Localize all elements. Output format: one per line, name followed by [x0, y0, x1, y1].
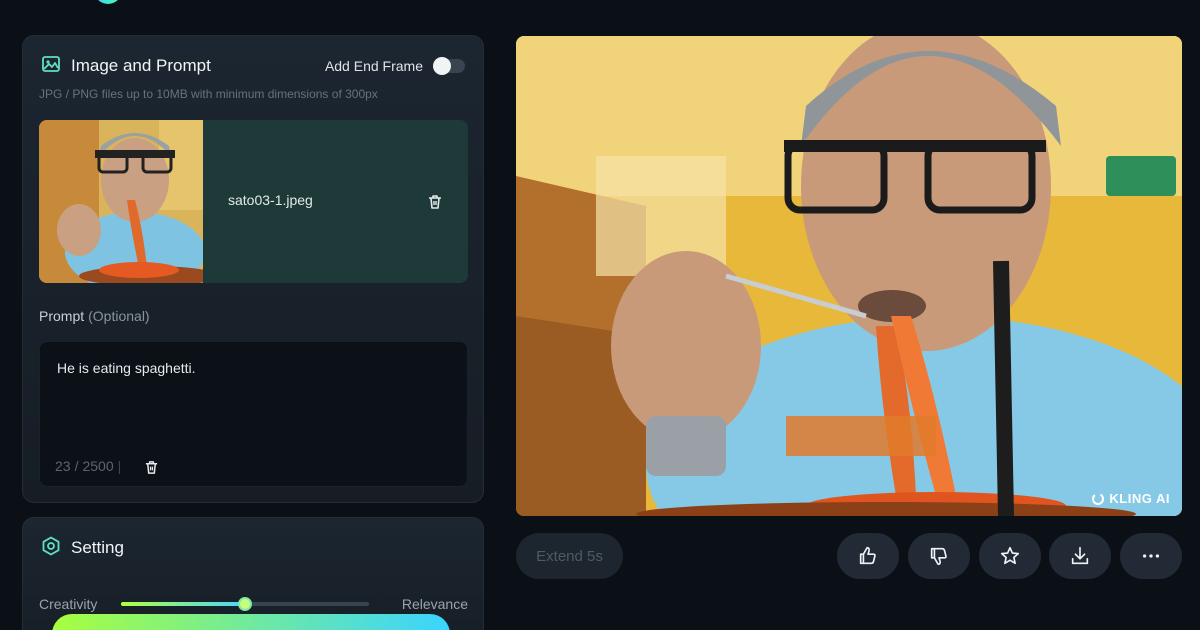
counter-separator: / [74, 458, 79, 474]
counter-max: 2500 [82, 458, 114, 474]
uploaded-image-thumbnail [39, 120, 203, 283]
slider-handle[interactable] [238, 597, 253, 611]
slider-right-label: Relevance [401, 596, 468, 612]
creativity-relevance-slider: Creativity Relevance [39, 594, 468, 614]
end-frame-toggle[interactable] [433, 57, 465, 75]
more-options-button[interactable] [1120, 533, 1182, 579]
toggle-knob [433, 57, 451, 75]
dislike-button[interactable] [908, 533, 970, 579]
setting-header: Setting [41, 536, 465, 560]
counter-divider: | [117, 458, 122, 474]
star-icon [1000, 546, 1020, 565]
extend-button[interactable]: Extend 5s [516, 533, 623, 579]
trash-icon [145, 460, 157, 474]
prompt-label: Prompt (Optional) [39, 308, 150, 324]
favorite-button[interactable] [979, 533, 1041, 579]
download-button[interactable] [1049, 533, 1111, 579]
watermark-text: KLING AI [1109, 491, 1170, 506]
thumbs-up-icon [859, 546, 876, 565]
setting-panel: Setting Creativity Relevance [22, 517, 484, 630]
slider-fill [121, 602, 246, 606]
slider-left-label: Creativity [39, 596, 98, 612]
trash-icon [429, 195, 441, 209]
uploaded-filename: sato03-1.jpeg [228, 192, 313, 208]
slider-track[interactable] [121, 597, 369, 611]
logo [94, 0, 122, 4]
hexagon-settings-icon [41, 536, 61, 561]
image-icon [41, 54, 61, 79]
thumbs-down-icon [930, 547, 947, 566]
prompt-textarea[interactable]: He is eating spaghetti. 23 / 2500 | [39, 341, 468, 487]
generate-button[interactable] [52, 614, 450, 630]
end-frame-label: Add End Frame [324, 58, 423, 74]
clear-prompt-button[interactable] [142, 458, 160, 476]
prompt-label-text: Prompt [39, 308, 85, 324]
character-counter: 23 / 2500 | [55, 458, 121, 474]
panel-title: Image and Prompt [71, 56, 211, 75]
extend-label: Extend 5s [536, 547, 603, 565]
upload-hint: JPG / PNG files up to 10MB with minimum … [39, 87, 378, 101]
prompt-optional-text: (Optional) [88, 308, 150, 324]
more-icon [1142, 554, 1160, 558]
download-icon [1071, 546, 1089, 565]
delete-image-button[interactable] [424, 191, 446, 213]
video-preview[interactable]: KLING AI [516, 36, 1182, 516]
setting-title: Setting [71, 538, 124, 557]
counter-current: 23 [55, 458, 71, 474]
watermark: KLING AI [1091, 491, 1170, 506]
prompt-value: He is eating spaghetti. [57, 360, 196, 376]
preview-image [516, 36, 1182, 516]
like-button[interactable] [837, 533, 899, 579]
uploaded-image-card[interactable]: sato03-1.jpeg [39, 120, 468, 283]
end-frame-control: Add End Frame [324, 57, 465, 75]
image-prompt-header: Image and Prompt Add End Frame [41, 54, 465, 78]
kling-logo-icon [1092, 492, 1105, 505]
image-prompt-panel: Image and Prompt Add End Frame JPG / PNG… [22, 35, 484, 503]
